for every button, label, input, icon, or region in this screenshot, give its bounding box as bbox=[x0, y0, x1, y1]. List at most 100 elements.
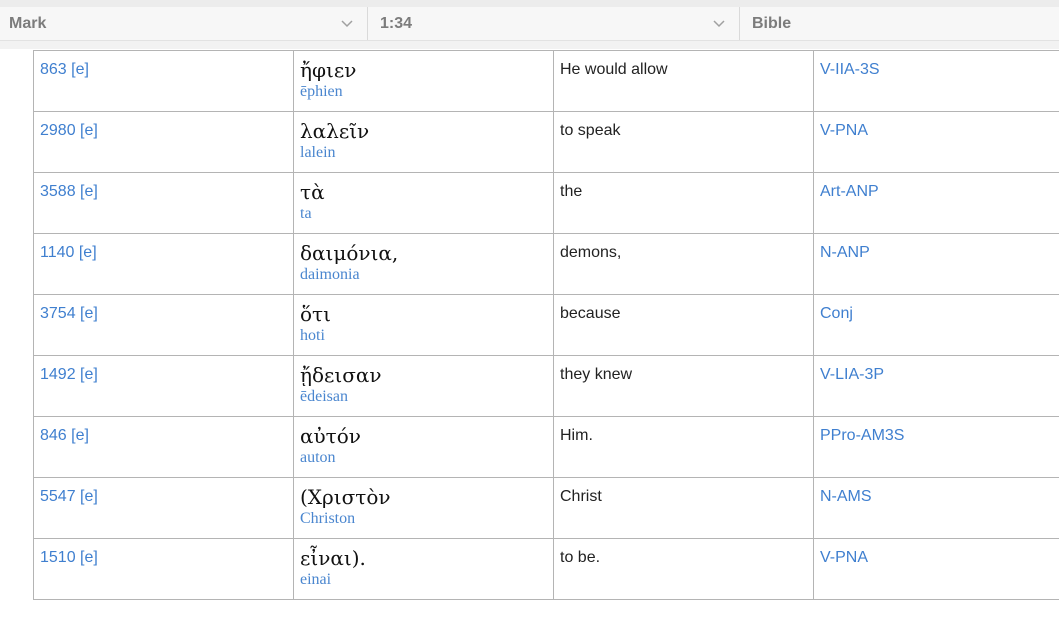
transliteration[interactable]: auton bbox=[300, 448, 553, 468]
header-gap bbox=[0, 41, 1059, 49]
english-cell: because bbox=[553, 294, 814, 356]
greek-cell: ᾔδεισαν ēdeisan bbox=[293, 355, 554, 417]
table-row: 2980 [e] λαλεῖν lalein to speak V-PNA bbox=[33, 111, 1059, 173]
english-cell: He would allow bbox=[553, 50, 814, 112]
strongs-link[interactable]: 2980 [e] bbox=[40, 122, 98, 140]
english-cell: Christ bbox=[553, 477, 814, 539]
strongs-cell: 3588 [e] bbox=[33, 172, 294, 234]
strongs-cell: 846 [e] bbox=[33, 416, 294, 478]
greek-cell: ἤφιεν ēphien bbox=[293, 50, 554, 112]
strongs-cell: 1510 [e] bbox=[33, 538, 294, 600]
greek-cell: δαιμόνια, daimonia bbox=[293, 233, 554, 295]
chapter-verse-select-label: 1:34 bbox=[380, 14, 413, 32]
table-row: 1140 [e] δαιμόνια, daimonia demons, N-ANP bbox=[33, 233, 1059, 295]
strongs-cell: 5547 [e] bbox=[33, 477, 294, 539]
greek-cell: εἶναι). einai bbox=[293, 538, 554, 600]
parsing-cell: V-LIA-3P bbox=[813, 355, 1059, 417]
english-gloss: Him. bbox=[560, 427, 593, 444]
table-row: 863 [e] ἤφιεν ēphien He would allow V-IIA… bbox=[33, 50, 1059, 112]
english-cell: Him. bbox=[553, 416, 814, 478]
english-gloss: to speak bbox=[560, 122, 621, 139]
strongs-link[interactable]: 1140 [e] bbox=[40, 244, 97, 262]
parsing-cell: V-PNA bbox=[813, 111, 1059, 173]
greek-cell: τὰ ta bbox=[293, 172, 554, 234]
transliteration[interactable]: hoti bbox=[300, 326, 553, 346]
english-cell: to be. bbox=[553, 538, 814, 600]
selector-bar: Mark 1:34 Bible bbox=[0, 7, 1059, 41]
greek-cell: ὅτι hoti bbox=[293, 294, 554, 356]
greek-word: δαιμόνια, bbox=[300, 241, 399, 265]
parsing-cell: Art-ANP bbox=[813, 172, 1059, 234]
english-cell: demons, bbox=[553, 233, 814, 295]
parsing-link[interactable]: V-IIA-3S bbox=[820, 61, 880, 79]
greek-cell: λαλεῖν lalein bbox=[293, 111, 554, 173]
strongs-cell: 2980 [e] bbox=[33, 111, 294, 173]
bible-select[interactable]: Bible bbox=[740, 7, 1059, 40]
book-select-label: Mark bbox=[9, 14, 47, 32]
chevron-down-icon bbox=[713, 20, 725, 28]
parsing-link[interactable]: V-PNA bbox=[820, 549, 868, 567]
book-select[interactable]: Mark bbox=[0, 7, 368, 40]
chapter-verse-select[interactable]: 1:34 bbox=[368, 7, 740, 40]
parsing-link[interactable]: V-PNA bbox=[820, 122, 868, 140]
table-row: 1492 [e] ᾔδεισαν ēdeisan they knew V-LIA-… bbox=[33, 355, 1059, 417]
top-strip bbox=[0, 0, 1059, 7]
strongs-cell: 1492 [e] bbox=[33, 355, 294, 417]
english-gloss: because bbox=[560, 305, 621, 322]
strongs-link[interactable]: 3588 [e] bbox=[40, 183, 98, 201]
strongs-cell: 1140 [e] bbox=[33, 233, 294, 295]
parsing-link[interactable]: V-LIA-3P bbox=[820, 366, 884, 384]
greek-word: τὰ bbox=[300, 180, 325, 204]
parsing-link[interactable]: N-ANP bbox=[820, 244, 870, 262]
transliteration[interactable]: ēdeisan bbox=[300, 387, 553, 407]
greek-word: ὅτι bbox=[300, 302, 331, 326]
strongs-cell: 863 [e] bbox=[33, 50, 294, 112]
strongs-cell: 3754 [e] bbox=[33, 294, 294, 356]
parsing-link[interactable]: PPro-AM3S bbox=[820, 427, 904, 445]
transliteration[interactable]: ēphien bbox=[300, 82, 553, 102]
greek-cell: (Χριστὸν Christon bbox=[293, 477, 554, 539]
english-cell: the bbox=[553, 172, 814, 234]
chevron-down-icon bbox=[341, 20, 353, 28]
greek-word: ἤφιεν bbox=[300, 58, 357, 82]
greek-word: εἶναι). bbox=[300, 546, 366, 570]
strongs-link[interactable]: 5547 [e] bbox=[40, 488, 98, 506]
parsing-cell: N-AMS bbox=[813, 477, 1059, 539]
strongs-link[interactable]: 3754 [e] bbox=[40, 305, 98, 323]
strongs-link[interactable]: 1510 [e] bbox=[40, 549, 98, 567]
parsing-link[interactable]: Conj bbox=[820, 305, 853, 323]
greek-word: λαλεῖν bbox=[300, 119, 370, 143]
parsing-cell: PPro-AM3S bbox=[813, 416, 1059, 478]
bible-select-label: Bible bbox=[752, 14, 792, 32]
parsing-cell: V-IIA-3S bbox=[813, 50, 1059, 112]
transliteration[interactable]: Christon bbox=[300, 509, 553, 529]
strongs-link[interactable]: 846 [e] bbox=[40, 427, 89, 445]
transliteration[interactable]: daimonia bbox=[300, 265, 553, 285]
strongs-link[interactable]: 1492 [e] bbox=[40, 366, 98, 384]
table-row: 1510 [e] εἶναι). einai to be. V-PNA bbox=[33, 538, 1059, 600]
english-gloss: the bbox=[560, 183, 583, 200]
transliteration[interactable]: lalein bbox=[300, 143, 553, 163]
table-row: 3588 [e] τὰ ta the Art-ANP bbox=[33, 172, 1059, 234]
greek-cell: αὐτόν auton bbox=[293, 416, 554, 478]
interlinear-rows: 863 [e] ἤφιεν ēphien He would allow V-IIA… bbox=[33, 50, 1059, 600]
english-gloss: demons, bbox=[560, 244, 622, 261]
parsing-cell: V-PNA bbox=[813, 538, 1059, 600]
parsing-cell: N-ANP bbox=[813, 233, 1059, 295]
english-cell: they knew bbox=[553, 355, 814, 417]
parsing-cell: Conj bbox=[813, 294, 1059, 356]
english-gloss: they knew bbox=[560, 366, 633, 383]
interlinear-table-wrapper: 863 [e] ἤφιεν ēphien He would allow V-IIA… bbox=[33, 50, 1059, 600]
table-row: 5547 [e] (Χριστὸν Christon Christ N-AMS bbox=[33, 477, 1059, 539]
interlinear-table: 863 [e] ἤφιεν ēphien He would allow V-IIA… bbox=[33, 50, 1059, 600]
transliteration[interactable]: einai bbox=[300, 570, 553, 590]
parsing-link[interactable]: N-AMS bbox=[820, 488, 872, 506]
parsing-link[interactable]: Art-ANP bbox=[820, 183, 879, 201]
transliteration[interactable]: ta bbox=[300, 204, 553, 224]
greek-word: ᾔδεισαν bbox=[300, 363, 382, 387]
english-gloss: Christ bbox=[560, 488, 602, 505]
greek-word: αὐτόν bbox=[300, 424, 361, 448]
english-cell: to speak bbox=[553, 111, 814, 173]
strongs-link[interactable]: 863 [e] bbox=[40, 61, 89, 79]
greek-word: (Χριστὸν bbox=[300, 485, 391, 509]
